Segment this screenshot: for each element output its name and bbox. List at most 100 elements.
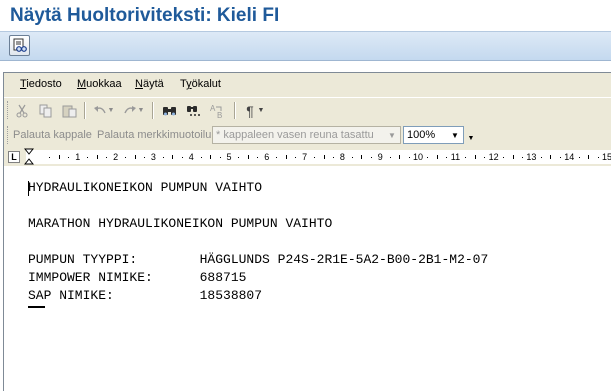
ruler-dot [540,157,542,158]
ruler-tick [285,155,287,159]
ruler-number: 4 [188,152,194,162]
ruler-tick [361,155,363,159]
ruler-dot [389,157,391,158]
ruler-dot [295,157,297,158]
menu-bar: Tiedosto Muokkaa Näytä Työkalut [4,73,611,97]
svg-text:B: B [217,111,222,119]
ruler-dot [314,157,316,158]
chevron-down-icon[interactable]: ▼ [385,128,399,142]
ruler-number: 9 [377,152,383,162]
ruler-dot [162,157,164,158]
ruler-dot [276,157,278,158]
zoom-select[interactable]: 100% ▼ [403,126,464,144]
replace-icon[interactable]: AB [208,101,228,120]
menu-item-tyokalut[interactable]: Työkalut [180,78,221,90]
doc-line: MARATHON HYDRAULIKONEIKON PUMPUN VAIHTO [28,216,333,231]
ruler-number: 1 [75,152,81,162]
ruler-tick [436,155,438,159]
ruler-tick [512,155,514,159]
ruler-tick [96,155,98,159]
ruler-dot [143,157,145,158]
copy-icon[interactable] [36,101,56,120]
toolbar-grip[interactable] [7,101,10,119]
document-body[interactable]: HYDRAULIKONEIKON PUMPUN VAIHTO MARATHON … [4,168,611,391]
ruler-tick [588,155,590,159]
find-icon[interactable] [160,101,180,120]
toolbar-separator [234,102,236,119]
doc-line: PUMPUN TYYPPI: HÄGGLUNDS P24S-2R1E-5A2-B… [28,252,489,267]
format-toolbar: Palauta kappale Palauta merkkimuotoilu *… [4,123,611,147]
toolbar-grip[interactable] [7,126,10,144]
title-bar: Näytä Huoltoriviteksti: Kieli FI [0,0,611,31]
zoom-value: 100% [407,129,436,141]
toolbar-options-icon[interactable]: ▼ [466,129,476,148]
redo-dropdown-icon[interactable]: ▼ [136,101,146,120]
standard-toolbar: ▼ ▼ AB ¶ ▼ [4,97,611,123]
ruler-dot [503,157,505,158]
ruler-dot [351,157,353,158]
cut-icon[interactable] [12,101,32,120]
window-title: Näytä Huoltoriviteksti: Kieli FI [10,5,280,26]
find-next-icon[interactable] [184,101,204,120]
chevron-down-icon[interactable]: ▼ [448,128,462,142]
ruler-dot [578,157,580,158]
ruler-dot [219,157,221,158]
menu-mnemonic: M [77,78,87,90]
ruler-number: 13 [526,152,537,162]
ruler-number: 8 [339,152,345,162]
ruler-dot [181,157,183,158]
menu-mnemonic: T [20,78,27,90]
ruler-dot [521,157,523,158]
paragraph-style-select[interactable]: * kappaleen vasen reuna tasattu ▼ [212,126,401,144]
ruler-dot [238,157,240,158]
ruler-dot [49,157,51,158]
ruler-tick [134,155,136,159]
ruler-dot [200,157,202,158]
end-of-document-mark [28,306,45,308]
paste-icon[interactable] [60,101,80,120]
ruler-number: 3 [150,152,156,162]
svg-text:A: A [210,104,216,113]
tab-stop-selector[interactable]: L [8,151,20,163]
reset-paragraph-button[interactable]: Palauta kappale [13,129,92,141]
menu-mnemonic: N [135,78,143,90]
ruler-number: 15 [602,152,611,162]
toolbar-separator [84,102,86,119]
undo-dropdown-icon[interactable]: ▼ [106,101,116,120]
reset-char-format-button[interactable]: Palauta merkkimuotoilu [97,129,211,141]
ruler-tick [172,155,174,159]
ruler-dot [446,157,448,158]
ruler-dot [257,157,259,158]
ruler-number: 7 [302,152,308,162]
display-change-button[interactable] [9,35,30,56]
ruler-dot [465,157,467,158]
ruler-dot [559,157,561,158]
ruler-tick [323,155,325,159]
menu-item-tiedosto[interactable]: Tiedosto [20,78,62,90]
ruler-strip[interactable]: 1 2 3 4 5 6 7 8 9 10 11 12 13 14 15 [26,150,611,164]
ruler-dot [597,157,599,158]
ruler-number: 5 [226,152,232,162]
ruler: L 1 2 3 4 5 6 7 8 9 10 11 12 13 14 15 [4,147,611,167]
ruler-tick [247,155,249,159]
ruler-number: 6 [264,152,270,162]
ruler-number: 14 [564,152,575,162]
ruler-dot [408,157,410,158]
toolbar-separator [152,102,154,119]
doc-line: SAP NIMIKE: 18538807 [28,288,263,303]
ruler-dot [68,157,70,158]
ruler-number: 10 [413,152,424,162]
ruler-tick [58,155,60,159]
paragraph-dropdown-icon[interactable]: ▼ [256,101,266,120]
ruler-dot [125,157,127,158]
menu-item-muokkaa[interactable]: Muokkaa [77,78,122,90]
ruler-number: 2 [113,152,119,162]
ruler-number: 11 [450,152,461,162]
menu-item-nayta[interactable]: Näytä [135,78,164,90]
ruler-dot [427,157,429,158]
ruler-tick [550,155,552,159]
ruler-dot [106,157,108,158]
ruler-number: 12 [488,152,499,162]
ruler-tick [474,155,476,159]
indent-marker-icon[interactable] [24,148,34,166]
